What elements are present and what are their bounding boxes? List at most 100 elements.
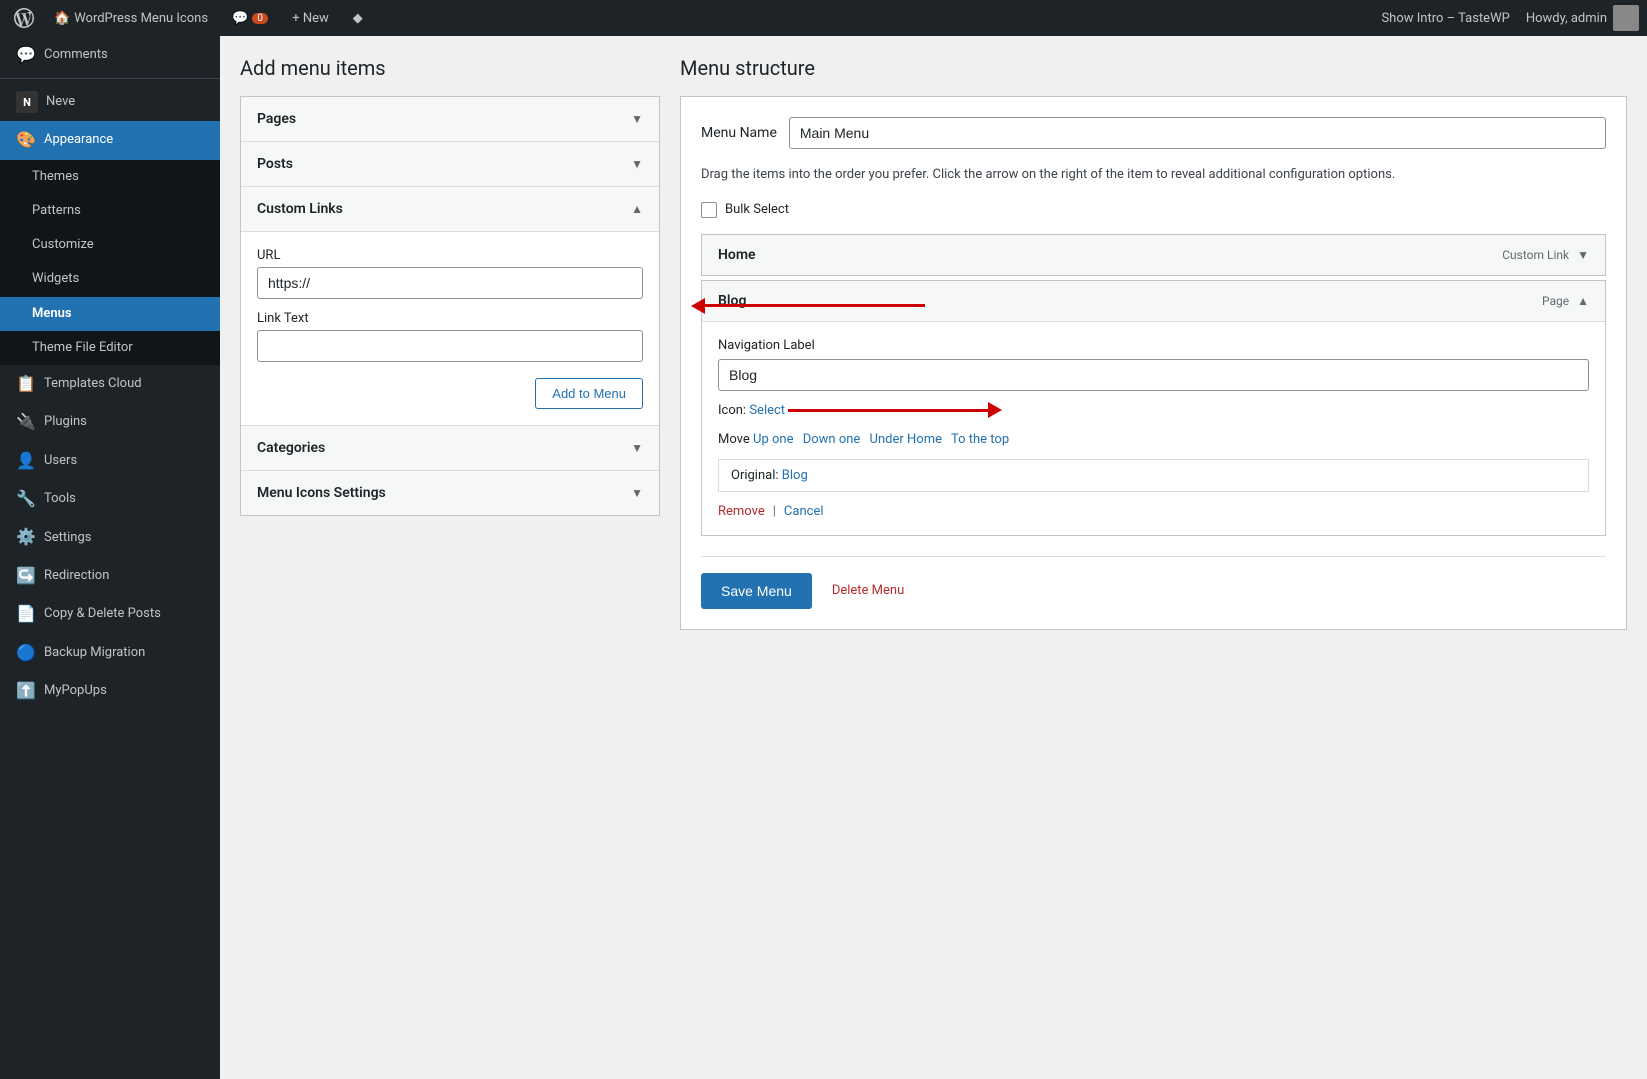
comment-icon: 💬 <box>232 11 248 26</box>
tools-icon: 🔧 <box>16 488 36 510</box>
custom-links-label: Custom Links <box>257 201 343 217</box>
settings-icon: ⚙️ <box>16 526 36 548</box>
sidebar-item-mypopups[interactable]: ⬆️ MyPopUps <box>0 672 220 710</box>
sidebar-item-customize[interactable]: Customize <box>0 228 220 262</box>
custom-links-body: URL Link Text Add to Menu <box>241 231 659 425</box>
accordion-header-posts[interactable]: Posts ▼ <box>241 142 659 186</box>
howdy-menu[interactable]: Howdy, admin <box>1526 5 1639 31</box>
sidebar-item-redirection[interactable]: ↪️ Redirection <box>0 557 220 595</box>
sidebar-item-copy-delete-posts[interactable]: 📄 Copy & Delete Posts <box>0 595 220 633</box>
site-name-text: WordPress Menu Icons <box>74 11 208 26</box>
sidebar-item-label: Tools <box>44 490 208 508</box>
menu-item-blog-header[interactable]: Blog Page ▲ <box>702 281 1605 321</box>
instruction-text: Drag the items into the order you prefer… <box>701 165 1606 186</box>
sidebar-item-label: Customize <box>32 236 208 254</box>
accordion-header-categories[interactable]: Categories ▼ <box>241 426 659 470</box>
mypopups-icon: ⬆️ <box>16 680 36 702</box>
sidebar-item-comments[interactable]: 💬 Comments <box>0 36 220 74</box>
sidebar-item-patterns[interactable]: Patterns <box>0 194 220 228</box>
remove-link[interactable]: Remove <box>718 504 765 519</box>
accordion-header-pages[interactable]: Pages ▼ <box>241 97 659 141</box>
accordion-item-pages: Pages ▼ <box>241 97 659 142</box>
action-row: Remove | Cancel <box>718 504 1589 519</box>
avatar <box>1613 5 1639 31</box>
sidebar-item-label: Themes <box>32 168 208 186</box>
sidebar-item-backup-migration[interactable]: 🔵 Backup Migration <box>0 634 220 672</box>
sidebar-item-neve[interactable]: N Neve <box>0 83 220 121</box>
delete-menu-link[interactable]: Delete Menu <box>832 583 904 598</box>
move-down-link[interactable]: Down one <box>803 432 861 447</box>
sidebar-item-label: Redirection <box>44 567 208 585</box>
howdy-text: Howdy, admin <box>1526 11 1607 26</box>
backup-migration-icon: 🔵 <box>16 642 36 664</box>
new-label: + New <box>292 11 329 26</box>
menu-name-input[interactable] <box>789 117 1606 149</box>
home-item-type: Custom Link <box>1502 248 1569 262</box>
add-to-menu-button[interactable]: Add to Menu <box>535 378 643 409</box>
save-menu-button[interactable]: Save Menu <box>701 573 812 609</box>
posts-chevron-icon: ▼ <box>631 157 643 171</box>
plugins-icon: 🔌 <box>16 411 36 433</box>
neve-logo-icon: N <box>16 91 38 113</box>
home-item-title: Home <box>718 247 1502 263</box>
original-label: Original: <box>731 468 779 483</box>
wp-logo[interactable] <box>8 2 40 34</box>
sidebar-item-label: Widgets <box>32 270 208 288</box>
cancel-link[interactable]: Cancel <box>784 504 824 519</box>
accordion-header-custom-links[interactable]: Custom Links ▲ <box>241 187 659 231</box>
sidebar-item-label: MyPopUps <box>44 682 208 700</box>
sidebar-item-menus[interactable]: Menus <box>0 297 220 331</box>
link-text-input[interactable] <box>257 330 643 362</box>
users-icon: 👤 <box>16 450 36 472</box>
icon-arrow-head-right-icon <box>988 402 1002 418</box>
menu-item-home-header[interactable]: Home Custom Link ▼ <box>702 235 1605 275</box>
original-value-link[interactable]: Blog <box>782 468 808 483</box>
sidebar-item-users[interactable]: 👤 Users <box>0 442 220 480</box>
sidebar-item-appearance[interactable]: 🎨 Appearance <box>0 121 220 159</box>
sidebar-item-label: Menus <box>32 305 208 323</box>
comment-count: 0 <box>252 13 268 24</box>
blog-item-title: Blog <box>718 293 1542 309</box>
sidebar-item-label: Settings <box>44 529 208 547</box>
accordion-header-menu-icons-settings[interactable]: Menu Icons Settings ▼ <box>241 471 659 515</box>
show-intro[interactable]: Show Intro – TasteWP <box>1381 11 1509 26</box>
admin-bar-comments[interactable]: 💬 0 <box>222 0 278 36</box>
blog-item-chevron-icon: ▲ <box>1577 294 1589 308</box>
move-under-link[interactable]: Under Home <box>870 432 942 447</box>
sidebar-item-label: Comments <box>44 46 208 64</box>
sidebar-item-plugins[interactable]: 🔌 Plugins <box>0 403 220 441</box>
menu-box: Menu Name Drag the items into the order … <box>680 96 1627 630</box>
blog-expanded-body: Navigation Label Icon: Select <box>702 321 1605 535</box>
icon-arrow-line <box>788 409 988 412</box>
move-up-link[interactable]: Up one <box>753 432 793 447</box>
sidebar-item-label: Plugins <box>44 413 208 431</box>
sidebar-item-label: Appearance <box>44 131 208 149</box>
sidebar-item-label: Copy & Delete Posts <box>44 605 208 623</box>
link-text-row: Link Text <box>257 311 643 362</box>
sidebar-item-widgets[interactable]: Widgets <box>0 262 220 296</box>
sidebar-item-themes[interactable]: Themes <box>0 160 220 194</box>
admin-bar-site[interactable]: 🏠 WordPress Menu Icons <box>44 0 218 36</box>
bulk-select-checkbox[interactable] <box>701 202 717 218</box>
url-input[interactable] <box>257 267 643 299</box>
sidebar-item-theme-file-editor[interactable]: Theme File Editor <box>0 331 220 365</box>
url-row: URL <box>257 248 643 299</box>
sidebar-divider <box>0 78 220 79</box>
move-label: Move <box>718 432 750 447</box>
sidebar: 💬 Comments N Neve 🎨 Appearance Themes Pa… <box>0 36 220 1079</box>
admin-bar-diamond[interactable]: ◆ <box>343 0 373 36</box>
add-menu-title: Add menu items <box>240 56 660 80</box>
move-top-link[interactable]: To the top <box>951 432 1009 447</box>
menu-name-label: Menu Name <box>701 125 777 141</box>
accordion-item-categories: Categories ▼ <box>241 426 659 471</box>
sidebar-item-settings[interactable]: ⚙️ Settings <box>0 518 220 556</box>
admin-bar-new[interactable]: + New <box>282 0 339 36</box>
menu-structure-panel: Menu structure Menu Name Drag the items … <box>680 56 1627 630</box>
sidebar-item-tools[interactable]: 🔧 Tools <box>0 480 220 518</box>
bulk-select-row: Bulk Select <box>701 202 1606 218</box>
nav-label-input[interactable] <box>718 359 1589 391</box>
bulk-select-label: Bulk Select <box>725 202 789 217</box>
sidebar-item-templates-cloud[interactable]: 📋 Templates Cloud <box>0 365 220 403</box>
categories-label: Categories <box>257 440 325 456</box>
icon-select-link[interactable]: Select <box>749 403 785 418</box>
